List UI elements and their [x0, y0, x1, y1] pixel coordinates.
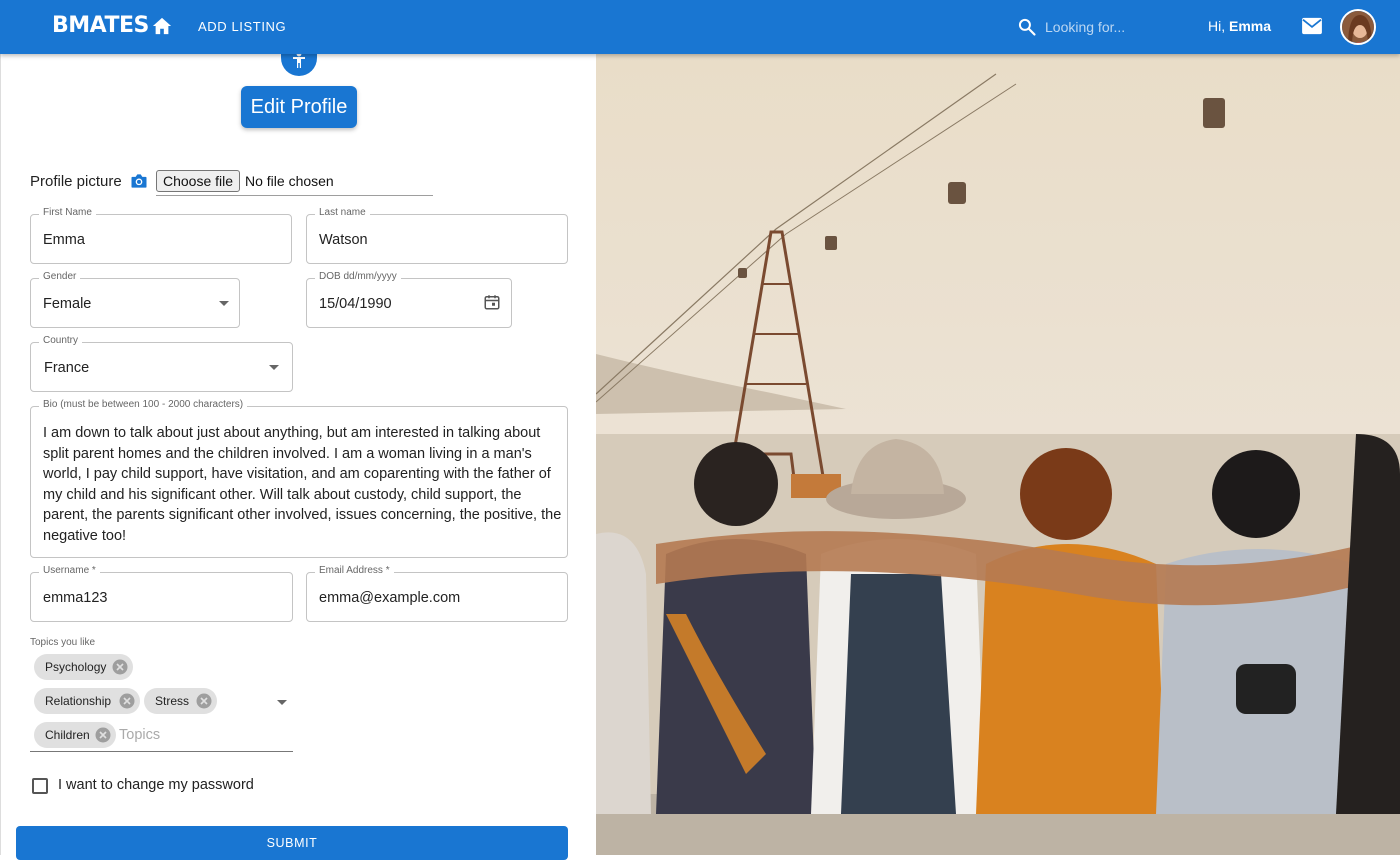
- topic-chip-label: Psychology: [45, 660, 107, 674]
- chip-delete-icon[interactable]: [195, 692, 213, 710]
- greeting-username: Emma: [1229, 18, 1272, 34]
- chevron-down-icon: [269, 365, 279, 370]
- change-password-label: I want to change my password: [58, 777, 254, 793]
- mail-icon[interactable]: [1301, 17, 1323, 35]
- add-listing-link[interactable]: ADD LISTING: [198, 19, 286, 34]
- username-label: Username *: [39, 565, 100, 576]
- topic-chip[interactable]: Stress: [144, 688, 217, 714]
- chevron-down-icon: [219, 301, 229, 306]
- first-name-field[interactable]: First Name Emma: [30, 207, 292, 264]
- gender-select[interactable]: Gender Female: [30, 271, 240, 328]
- calendar-icon[interactable]: [483, 293, 501, 311]
- topic-chip-label: Stress: [155, 694, 190, 708]
- gender-value: Female: [43, 296, 92, 312]
- country-value: France: [44, 360, 90, 376]
- avatar[interactable]: [1340, 9, 1376, 45]
- chip-delete-icon[interactable]: [94, 726, 112, 744]
- bio-textarea[interactable]: Bio (must be between 100 - 2000 characte…: [30, 399, 568, 558]
- profile-picture-label: Profile picture: [30, 173, 122, 190]
- bio-label: Bio (must be between 100 - 2000 characte…: [39, 399, 248, 410]
- topic-chip[interactable]: Psychology: [34, 654, 133, 680]
- home-icon[interactable]: [151, 16, 173, 36]
- user-greeting[interactable]: Hi, Emma: [1208, 18, 1271, 34]
- first-name-value: Emma: [43, 232, 85, 248]
- last-name-value: Watson: [319, 232, 368, 248]
- email-field[interactable]: Email Address * emma@example.com: [306, 565, 568, 622]
- file-status: No file chosen: [245, 173, 334, 189]
- topics-label: Topics you like: [30, 637, 96, 648]
- country-select[interactable]: Country France: [30, 335, 293, 392]
- hero-image: [596, 54, 1400, 855]
- topic-chip-label: Children: [45, 728, 90, 742]
- country-label: Country: [39, 335, 83, 346]
- change-password-checkbox[interactable]: [32, 778, 48, 794]
- email-label: Email Address *: [315, 565, 394, 576]
- first-name-label: First Name: [39, 207, 96, 218]
- dob-value: 15/04/1990: [319, 296, 392, 312]
- chevron-down-icon[interactable]: [277, 700, 287, 705]
- chip-delete-icon[interactable]: [111, 658, 129, 676]
- bio-value: I am down to talk about just about anyth…: [43, 425, 562, 544]
- username-field[interactable]: Username * emma123: [30, 565, 293, 622]
- topics-underline: [30, 751, 293, 752]
- topics-input[interactable]: [119, 727, 279, 743]
- edit-profile-form: Edit Profile Profile picture Choose file…: [0, 46, 596, 860]
- search-icon[interactable]: [1017, 17, 1037, 37]
- topic-chip[interactable]: Relationship: [34, 688, 140, 714]
- greeting-prefix: Hi,: [1208, 18, 1226, 34]
- dob-label: DOB dd/mm/yyyy: [315, 271, 401, 282]
- camera-icon: [131, 174, 147, 188]
- dob-field[interactable]: DOB dd/mm/yyyy 15/04/1990: [306, 271, 512, 328]
- logo-b-mark: B: [52, 13, 69, 38]
- topic-chip-label: Relationship: [45, 694, 112, 708]
- logo-text: MATES: [68, 13, 149, 38]
- last-name-label: Last name: [315, 207, 370, 218]
- username-value: emma123: [43, 590, 108, 606]
- last-name-field[interactable]: Last name Watson: [306, 207, 568, 264]
- search-input[interactable]: [1045, 14, 1185, 40]
- profile-picture-file-input: Choose file No file chosen: [156, 170, 433, 196]
- app-bar: BMATES ADD LISTING Hi, Emma: [0, 0, 1400, 54]
- page-title: Edit Profile: [241, 86, 357, 128]
- app-logo[interactable]: BMATES: [52, 13, 149, 38]
- avatar-image: [1342, 11, 1374, 43]
- choose-file-button[interactable]: Choose file: [156, 170, 241, 192]
- friends-illustration: [596, 54, 1400, 855]
- chip-delete-icon[interactable]: [118, 692, 136, 710]
- email-value: emma@example.com: [319, 590, 461, 606]
- topic-chip[interactable]: Children: [34, 722, 116, 748]
- gender-label: Gender: [39, 271, 81, 282]
